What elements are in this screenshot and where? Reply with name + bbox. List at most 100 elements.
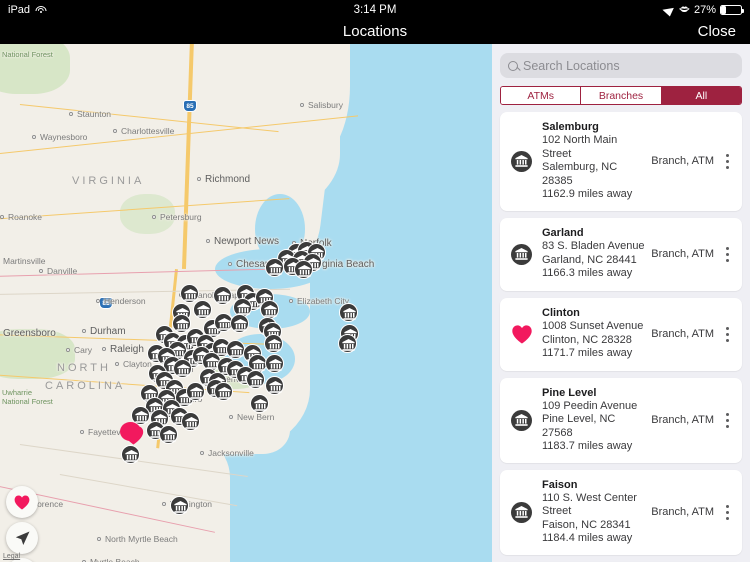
map-pin-branch[interactable]	[173, 359, 192, 378]
map-pin-branch[interactable]	[265, 354, 284, 373]
location-card[interactable]: Pine Level 109 Peedin Avenue Pine Level, N…	[500, 377, 742, 463]
legal-link[interactable]: Legal	[3, 553, 20, 560]
map-label: Charlottesville	[121, 126, 175, 136]
map-label: Clayton	[123, 359, 152, 369]
filter-segmented-control[interactable]: ATMs Branches All	[500, 86, 742, 105]
map-pin-branch[interactable]	[246, 370, 265, 389]
map-pin-branch[interactable]	[121, 445, 140, 464]
map-pin-branch[interactable]	[294, 260, 313, 279]
map-city-dot	[66, 348, 70, 352]
map-pin-favorite[interactable]	[120, 422, 144, 445]
filter-segment-all[interactable]: All	[661, 87, 741, 104]
map-city-dot	[0, 215, 4, 219]
map-pin-branch[interactable]	[159, 425, 178, 444]
location-city-state-zip: Faison, NC 28341	[542, 518, 631, 531]
location-more-options-button[interactable]	[720, 153, 734, 169]
location-card[interactable]: Salemburg 102 North Main Street Salemburg,…	[500, 112, 742, 211]
battery-icon	[720, 5, 744, 15]
map-label: Richmond	[205, 174, 251, 185]
map-pin-branch[interactable]	[339, 303, 358, 322]
location-more-options-button[interactable]	[720, 246, 734, 262]
map-city-dot	[39, 269, 43, 273]
location-distance: 1183.7 miles away	[542, 440, 633, 452]
map-label: VIRGINIA	[72, 175, 145, 187]
map-city-dot	[289, 299, 293, 303]
location-address: 109 Peedin Avenue	[542, 399, 638, 412]
location-more-options-button[interactable]	[720, 412, 734, 428]
location-address: 102 North Main Street	[542, 134, 618, 160]
map-pin-branch[interactable]	[181, 412, 200, 431]
map-label: Danville	[47, 266, 78, 276]
location-name: Garland	[542, 227, 584, 240]
map-pin-branch[interactable]	[170, 496, 189, 515]
map-view[interactable]: 85 85 National Forest Staunton Waynesboro Ch…	[0, 44, 492, 562]
location-card[interactable]: Faison 110 S. West Center Street Faison, N…	[500, 469, 742, 555]
map-city-dot	[102, 347, 106, 351]
location-city-state-zip: Garland, NC 28441	[542, 253, 637, 266]
map-city-dot	[162, 502, 166, 506]
location-name: Faison	[542, 478, 578, 491]
map-pin-branch[interactable]	[338, 334, 357, 353]
map-pin-branch[interactable]	[260, 300, 279, 319]
map-pin-branch[interactable]	[250, 394, 269, 413]
filter-container: ATMs Branches All	[492, 86, 750, 112]
map-label: CAROLINA	[45, 380, 126, 392]
map-city-dot	[152, 215, 156, 219]
map-label: Roanoke	[8, 212, 43, 222]
map-label: NORTH	[57, 362, 111, 374]
location-type: Branch, ATM	[651, 155, 714, 168]
navigation-bar: Locations Close	[0, 20, 750, 44]
map-pin-branch[interactable]	[213, 286, 232, 305]
map-pin-branch[interactable]	[265, 376, 284, 395]
map-pin-branch[interactable]	[180, 284, 199, 303]
location-more-options-button[interactable]	[720, 504, 734, 520]
location-distance: 1166.3 miles away	[542, 267, 633, 280]
map-city-dot	[113, 129, 117, 133]
map-city-dot	[96, 299, 100, 303]
map-label: Uwharrie	[2, 388, 33, 397]
map-city-dot	[115, 362, 119, 366]
map-city-dot	[197, 177, 201, 181]
search-input[interactable]	[523, 58, 734, 73]
bank-icon	[510, 243, 533, 265]
map-label: Newport News	[214, 236, 280, 247]
map-pin-branch[interactable]	[214, 382, 233, 401]
map-pin-branch[interactable]	[265, 258, 284, 277]
map-locate-button[interactable]	[6, 522, 38, 554]
map-pin-branch[interactable]	[264, 334, 283, 353]
map-pin-branch[interactable]	[230, 314, 249, 333]
location-distance: 1162.9 miles away	[542, 188, 633, 200]
map-label: National Forest	[2, 397, 53, 406]
search-field-wrapper[interactable]	[500, 53, 742, 78]
battery-percent-label: 27%	[693, 4, 716, 16]
map-label: Waynesboro	[40, 132, 88, 142]
map-favorites-button[interactable]	[6, 486, 38, 518]
location-more-options-button[interactable]	[720, 326, 734, 342]
filter-segment-atms[interactable]: ATMs	[501, 87, 582, 104]
search-container	[492, 44, 750, 86]
locations-list[interactable]: Salemburg 102 North Main Street Salemburg,…	[492, 112, 750, 562]
close-button[interactable]: Close	[698, 23, 736, 40]
location-card[interactable]: Clinton 1008 Sunset Avenue Clinton, NC 283…	[500, 297, 742, 371]
page-title: Locations	[342, 23, 408, 40]
location-city-state-zip: Pine Level, NC 27568	[542, 413, 616, 439]
map-city-dot	[82, 329, 86, 333]
location-type: Branch, ATM	[651, 248, 714, 260]
heart-icon	[14, 495, 30, 509]
map-label: New Bern	[237, 412, 275, 422]
location-address: 83 S. Bladen Avenue	[542, 240, 645, 253]
map-city-dot	[206, 239, 210, 243]
map-label: Petersburg	[160, 212, 202, 222]
map-label: Staunton	[77, 109, 112, 119]
map-label: Raleigh	[110, 344, 144, 355]
bank-icon	[510, 501, 533, 523]
map-pin-branch[interactable]	[226, 340, 245, 359]
location-details: Pine Level 109 Peedin Avenue Pine Level, N…	[533, 387, 647, 454]
locations-screen: iPad 3:14 PM 🗢 27% Locations Close 85 85…	[0, 0, 750, 562]
map-label: Myrtle Beach	[90, 557, 140, 562]
map-label: North Myrtle Beach	[105, 534, 178, 544]
map-pin-branch[interactable]	[193, 300, 212, 319]
map-pin-branch[interactable]	[186, 382, 205, 401]
filter-segment-branches[interactable]: Branches	[581, 87, 662, 104]
location-card[interactable]: Garland 83 S. Bladen Avenue Garland, NC 28…	[500, 217, 742, 291]
